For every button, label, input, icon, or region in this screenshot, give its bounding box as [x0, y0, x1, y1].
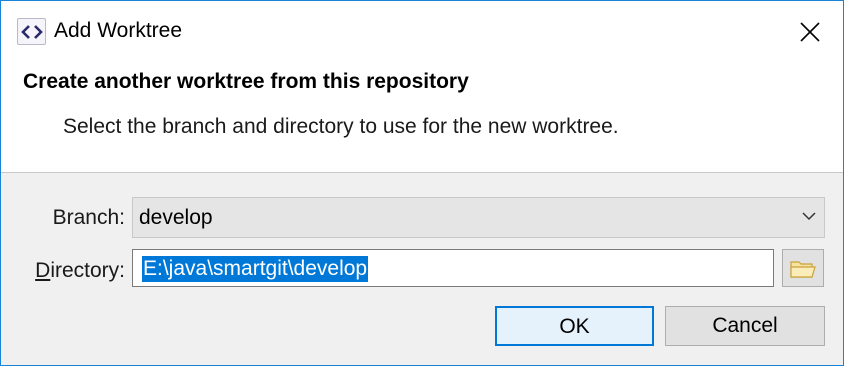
ok-button[interactable]: OK	[495, 306, 654, 346]
cancel-button[interactable]: Cancel	[665, 306, 825, 346]
header-description: Select the branch and directory to use f…	[63, 115, 619, 138]
branch-label: Branch:	[52, 206, 125, 229]
title-bar: Add Worktree	[1, 1, 843, 63]
folder-icon	[790, 261, 816, 278]
close-icon	[800, 22, 820, 42]
dialog-header: Create another worktree from this reposi…	[1, 63, 843, 172]
branch-combobox[interactable]: develop	[132, 197, 825, 238]
branch-value: develop	[139, 206, 213, 229]
browse-directory-button[interactable]	[782, 249, 824, 287]
directory-label-mnemonic: D	[35, 259, 51, 282]
dialog-body: Branch: develop Directory: E:\java\smart…	[1, 173, 843, 365]
code-brackets-icon	[17, 18, 46, 45]
directory-label: Directory:	[35, 259, 125, 283]
header-title: Create another worktree from this reposi…	[23, 70, 469, 93]
directory-input[interactable]: E:\java\smartgit\develop	[132, 249, 774, 287]
add-worktree-dialog: Add Worktree Create another worktree fro…	[0, 0, 844, 366]
close-button[interactable]	[787, 13, 833, 51]
chevron-down-icon	[802, 212, 816, 221]
window-title: Add Worktree	[54, 19, 182, 42]
directory-label-text: irectory:	[50, 259, 125, 282]
directory-value: E:\java\smartgit\develop	[142, 256, 369, 282]
